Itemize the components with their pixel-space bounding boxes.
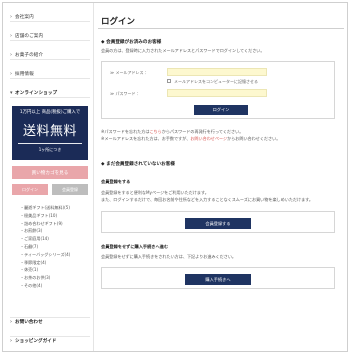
sidebar: › 会社案内 › 店舗のご案内 › お菓子の紹介 › 採用情報 ▾ オンラインシ… — [3, 3, 94, 351]
note-text: ※メールアドレスを忘れた方は、お手数ですが、 — [101, 136, 191, 141]
forgot-email-note: ※メールアドレスを忘れた方は、お手数ですが、お問い合わせページからお問い合わせく… — [101, 136, 280, 142]
register-text: また、ログインするだけで、毎回お名前や住所などを入力することなくスムーズにお買い… — [101, 197, 313, 202]
category-item[interactable]: ・石鹸(7) — [20, 243, 70, 251]
email-field[interactable] — [167, 68, 267, 76]
sidebar-item-label: お問い合わせ — [15, 320, 43, 325]
register-text: 会員登録をすると便利なMyページをご利用いただけます。 — [101, 190, 209, 195]
category-list: ・麗遊ギフト(送料無料)(5) ・極美品ギフト(10) ・詰め合わせギフト(9)… — [20, 204, 70, 290]
category-item[interactable]: ・お煎餅(3) — [20, 227, 70, 235]
guest-section-heading: ◆ まだ会員登録されていないお客様 — [101, 162, 175, 167]
banner-sub-text: 1ヶ所につき — [38, 147, 62, 152]
remember-email-label: メールアドレスをコンピューターに記憶させる — [174, 79, 258, 84]
guest-checkout-box: 購入手続きへ — [101, 267, 335, 289]
forgot-password-note: ※パスワードを忘れた方はこちらからパスワードの再発行を行ってください。 — [101, 129, 243, 135]
contact-page-link[interactable]: お問い合わせページ — [190, 136, 227, 141]
category-item[interactable]: ・極美品ギフト(10) — [20, 212, 70, 220]
page-frame: › 会社案内 › 店舗のご案内 › お菓子の紹介 › 採用情報 ▾ オンラインシ… — [2, 2, 348, 352]
guest-checkout-button[interactable]: 購入手続きへ — [185, 274, 251, 285]
category-item[interactable]: ・詰め合わせギフト(9) — [20, 220, 70, 228]
sidebar-item-label: オンラインショップ — [15, 91, 58, 96]
login-form: ≫ メールアドレス ： メールアドレスをコンピューターに記憶させる ≫ パスワー… — [101, 61, 335, 119]
member-section-heading: ◆ 会員登録がお済みのお客様 — [101, 40, 162, 45]
sidebar-item-online-shop[interactable]: ▾ オンラインショップ — [10, 89, 90, 98]
free-shipping-banner[interactable]: 1万円以上 商品(税抜)ご購入で 送料無料 1ヶ所につき — [12, 106, 88, 160]
category-item[interactable]: ・その他(4) — [20, 282, 70, 290]
note-text: からお問い合わせください。 — [227, 136, 281, 141]
email-label: ≫ メールアドレス ： — [110, 70, 149, 75]
page-title: ログイン — [101, 17, 136, 27]
category-item[interactable]: ・季節限定(4) — [20, 259, 70, 267]
password-field[interactable] — [167, 89, 267, 97]
guest-checkout-text: 会員登録をせずに購入手続きをされたい方は、下記よりお進みください。 — [101, 254, 237, 259]
note-text: ※パスワードを忘れた方は — [101, 129, 150, 134]
sidebar-item-recruit[interactable]: › 採用情報 — [10, 70, 90, 79]
sidebar-item-stores[interactable]: › 店舗のご案内 — [10, 32, 90, 41]
title-divider — [98, 28, 344, 29]
category-item[interactable]: ・ティーバッグシリーズ(4) — [20, 251, 70, 259]
register-heading: 会員登録をする — [101, 179, 131, 184]
register-box: 会員登録する — [101, 211, 335, 233]
category-item[interactable]: ・休売(1) — [20, 266, 70, 274]
sidebar-item-company[interactable]: › 会社案内 — [10, 13, 90, 22]
password-label: ≫ パスワード ： — [110, 91, 141, 96]
category-item[interactable]: ・麗遊ギフト(送料無料)(5) — [20, 204, 70, 212]
category-item[interactable]: ・お茶のお供(3) — [20, 274, 70, 282]
banner-headline: 送料無料 — [22, 124, 77, 139]
login-button[interactable]: ログイン — [194, 105, 248, 115]
guest-checkout-heading: 会員登録をせずに購入手続きへ進む — [101, 244, 169, 249]
sidebar-item-label: お菓子の紹介 — [15, 53, 44, 58]
sidebar-login-button[interactable]: ログイン — [12, 184, 48, 195]
register-button[interactable]: 会員登録する — [185, 218, 251, 229]
remember-email-checkbox[interactable] — [167, 79, 171, 83]
sidebar-item-sweets[interactable]: › お菓子の紹介 — [10, 51, 90, 60]
sidebar-item-label: 採用情報 — [15, 72, 34, 77]
main-content: ログイン ◆ 会員登録がお済みのお客様 会員の方は、登録時に入力されたメールアド… — [98, 3, 344, 351]
note-text: からパスワードの再発行を行ってください。 — [161, 129, 244, 134]
sidebar-register-button[interactable]: 会員登録 — [52, 184, 88, 195]
sidebar-item-label: 会社案内 — [15, 15, 34, 20]
member-intro-text: 会員の方は、登録時に入力されたメールアドレスとパスワードでログインしてください。 — [101, 48, 265, 53]
sidebar-item-label: ショッピングガイド — [15, 339, 57, 344]
view-cart-button[interactable]: 買い物カゴを見る — [12, 166, 88, 179]
sidebar-item-shopping-guide[interactable]: › ショッピングガイド — [10, 336, 90, 345]
banner-divider — [18, 143, 82, 144]
sidebar-item-label: 店舗のご案内 — [15, 34, 44, 39]
sidebar-item-contact[interactable]: › お問い合わせ — [10, 317, 90, 326]
category-item[interactable]: ・ご家庭用(14) — [20, 235, 70, 243]
banner-top-text: 1万円以上 商品(税抜)ご購入で — [19, 110, 81, 115]
password-reset-link[interactable]: こちら — [149, 129, 161, 134]
